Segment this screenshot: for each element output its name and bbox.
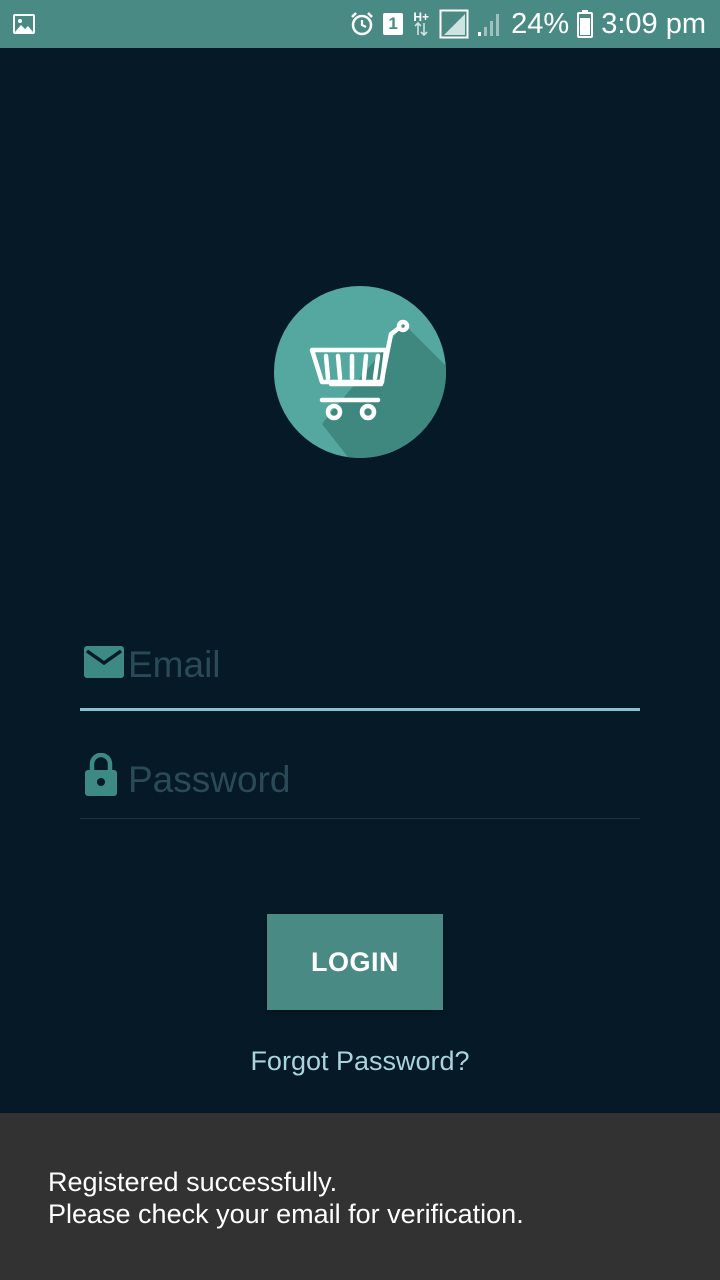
forgot-password-link[interactable]: Forgot Password? <box>0 1046 720 1077</box>
battery-icon <box>577 10 594 38</box>
signal-icon <box>439 9 469 39</box>
network-type-label: H+ <box>413 10 429 24</box>
clock: 3:09 pm <box>601 7 706 40</box>
toast-line-1: Registered successfully. <box>48 1167 338 1197</box>
lock-icon <box>84 752 118 802</box>
password-field[interactable] <box>80 745 640 819</box>
status-bar: 1 H+ 24% 3:09 pm <box>0 0 720 48</box>
toast-message: Registered successfully. Please check yo… <box>0 1113 720 1280</box>
battery-percent: 24% <box>511 7 570 40</box>
email-icon <box>84 646 124 683</box>
sim-icon: 1 <box>383 13 404 35</box>
app-logo <box>274 284 446 460</box>
alarm-icon <box>349 11 375 37</box>
toast-line-2: Please check your email for verification… <box>48 1199 524 1229</box>
signal-icon-2 <box>477 11 503 37</box>
shopping-cart-icon <box>274 286 446 458</box>
email-field[interactable] <box>80 630 640 711</box>
data-transfer-icon: H+ <box>411 10 431 36</box>
image-notification-icon <box>12 12 36 41</box>
password-input[interactable] <box>128 755 628 805</box>
login-button[interactable]: LOGIN <box>267 914 443 1010</box>
status-icons: 1 H+ 24% 3:09 pm <box>349 0 706 48</box>
email-input[interactable] <box>128 640 628 690</box>
